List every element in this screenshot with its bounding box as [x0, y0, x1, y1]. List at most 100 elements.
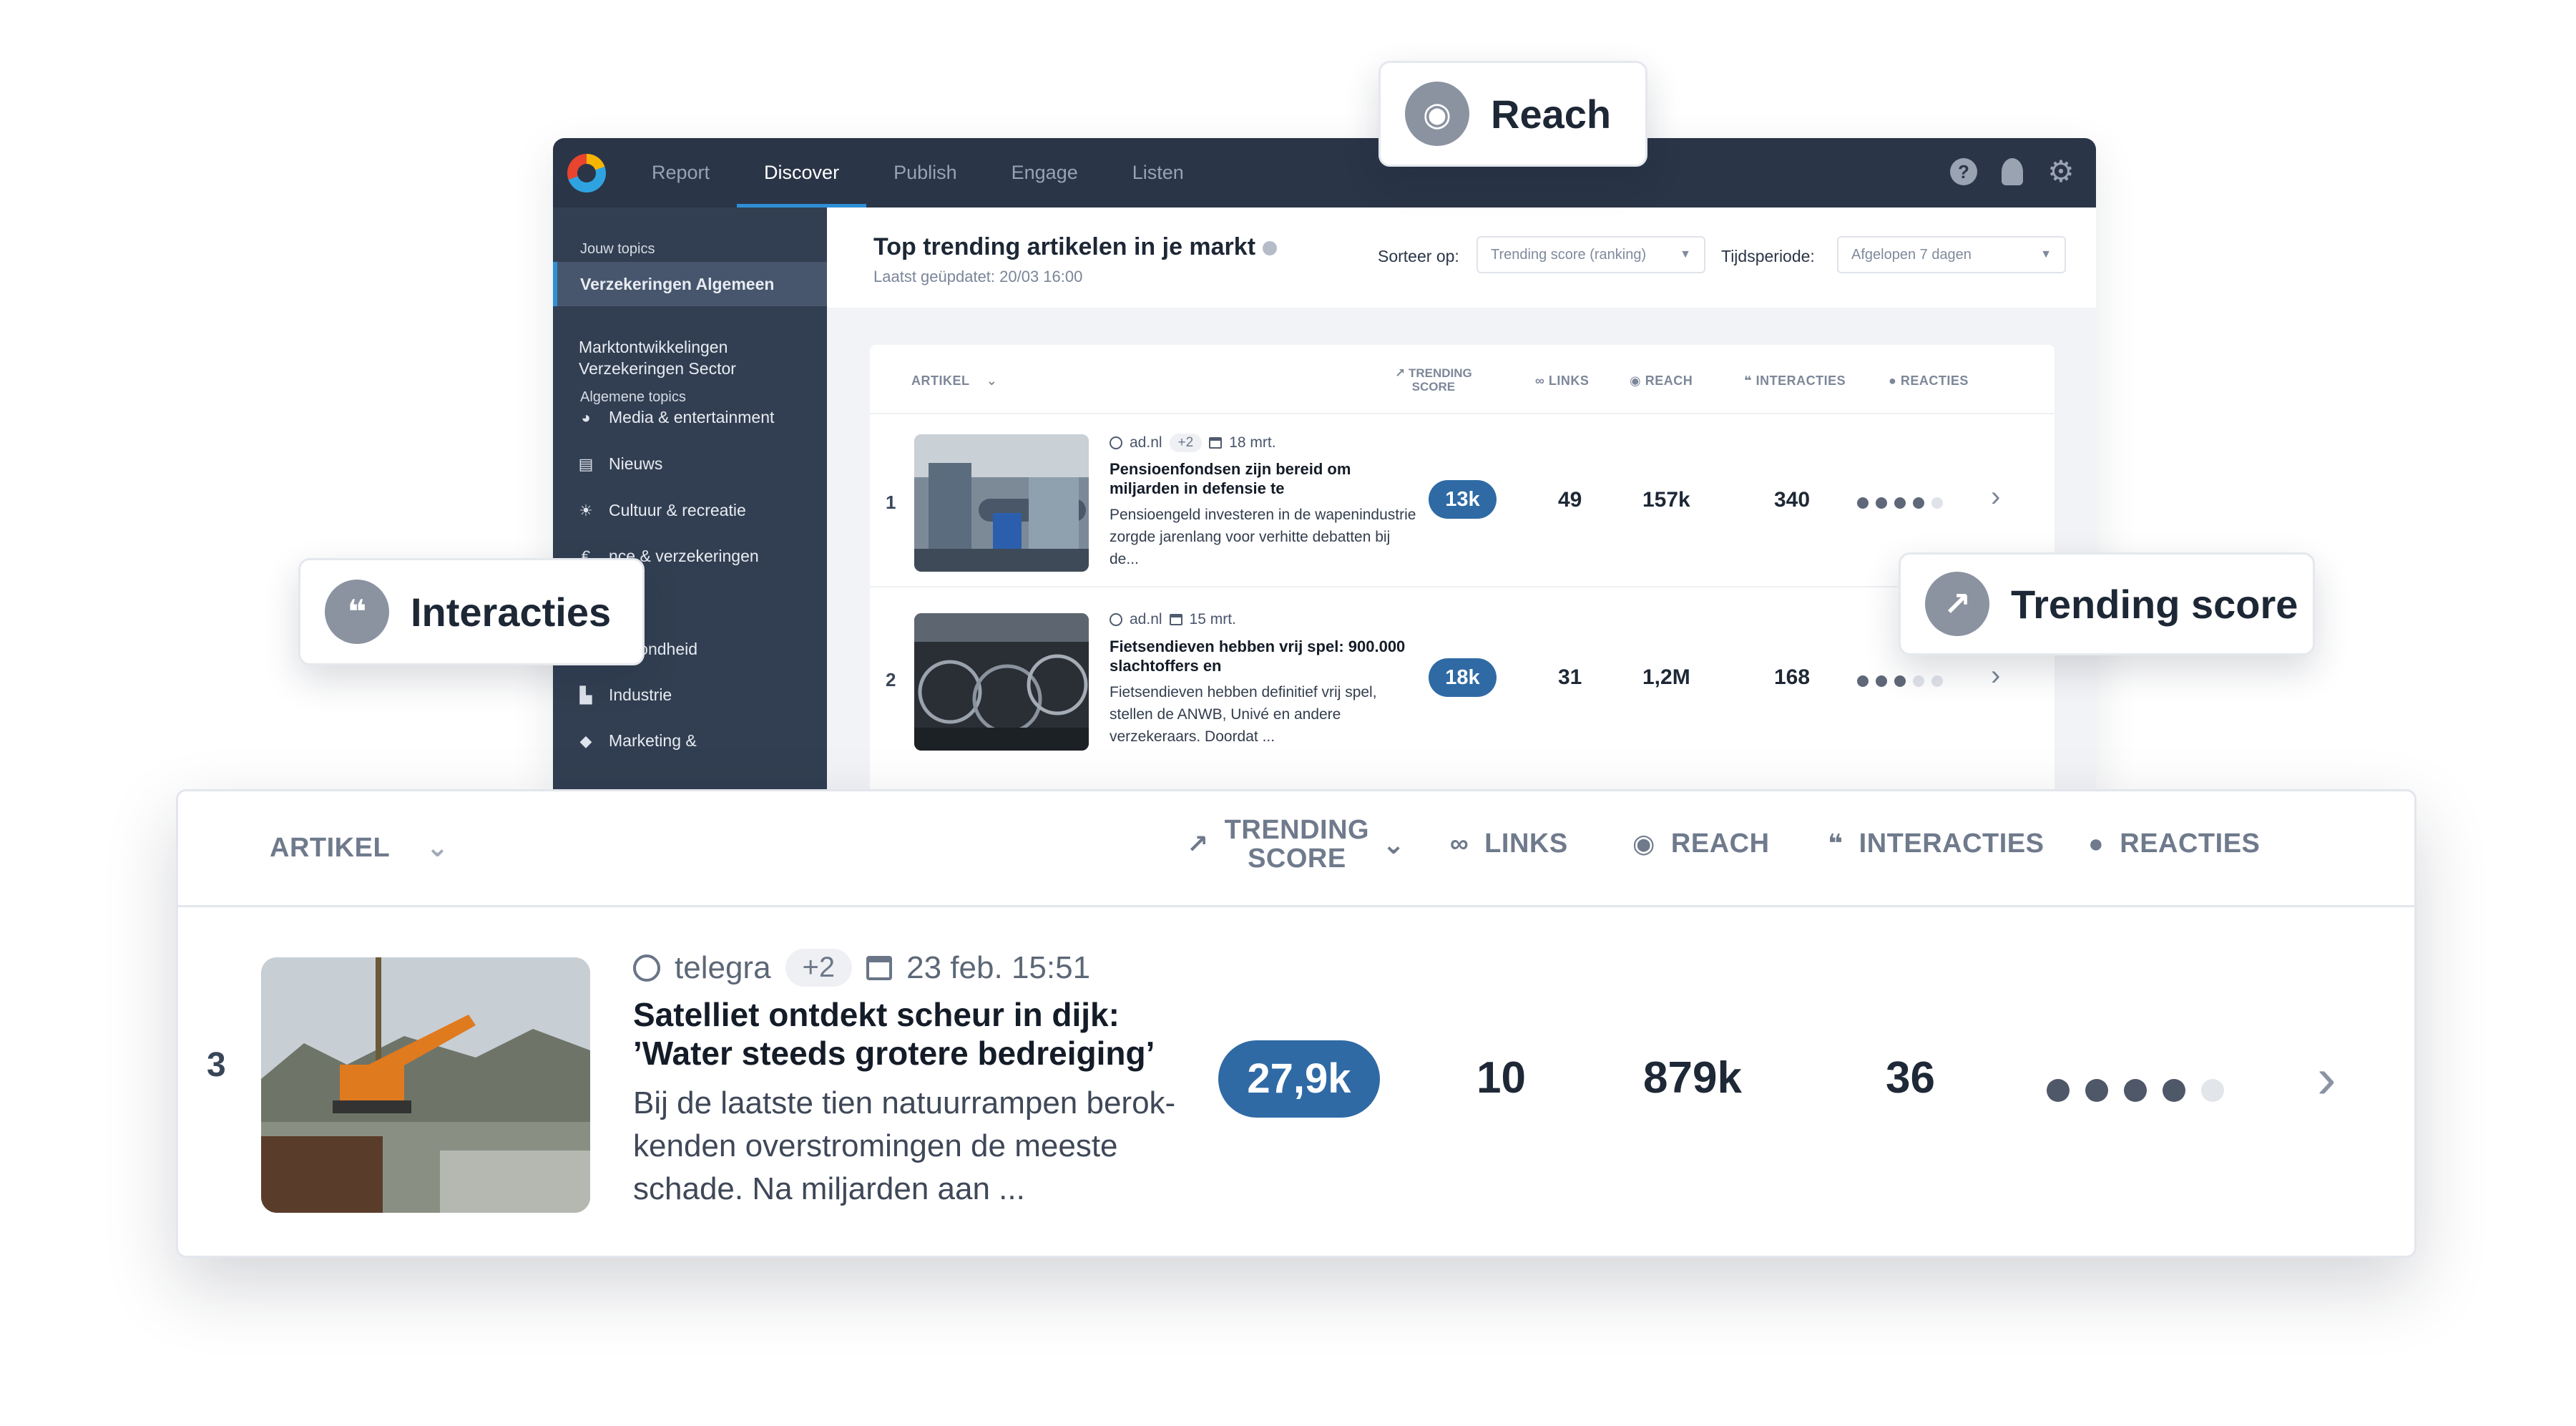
- tab-publish[interactable]: Publish: [866, 138, 984, 207]
- col-links[interactable]: ∞ LINKS: [1535, 373, 1589, 389]
- article-title[interactable]: Fietsendieven hebben vrij spel: 900.000 …: [1110, 637, 1410, 675]
- chevron-right-icon[interactable]: ›: [2317, 1045, 2336, 1111]
- article-title[interactable]: Pensioenfondsen zijn bereid om miljarden…: [1110, 459, 1410, 498]
- articles-table: ARTIKEL ⌄ ↗ TRENDING SCORE ∞ LINKS ◉ REA…: [870, 345, 2055, 789]
- sidebar-item-label: Marketing &: [609, 731, 697, 750]
- chevron-right-icon[interactable]: ›: [1991, 481, 2000, 513]
- trending-score-badge: 13k: [1429, 480, 1497, 519]
- sidebar-item-media[interactable]: ◕ Media & entertainment: [577, 408, 774, 427]
- tab-listen[interactable]: Listen: [1105, 138, 1211, 207]
- zoomed-row-panel: ARTIKEL ⌄ ↗ TRENDING SCORE ⌄ ∞ LINKS ◉ REA…: [176, 789, 2416, 1258]
- col-reach[interactable]: ◉ REACH: [1632, 829, 1770, 859]
- col-links-label: LINKS: [1484, 829, 1568, 859]
- tab-engage[interactable]: Engage: [984, 138, 1105, 207]
- col-artikel[interactable]: ARTIKEL ⌄: [270, 831, 449, 864]
- col-reacties[interactable]: ● REACTIES: [1889, 373, 1969, 389]
- interacties-value: 36: [1886, 1053, 1935, 1103]
- extra-sources-badge[interactable]: +2: [785, 949, 853, 987]
- level-dot: [2163, 1079, 2185, 1102]
- gear-icon[interactable]: ⚙: [2047, 157, 2075, 187]
- trending-icon: ↗: [1187, 829, 1209, 859]
- col-reacties[interactable]: ● REACTIES: [2088, 829, 2260, 859]
- reacties-level: [2047, 1079, 2224, 1102]
- trending-icon: ↗: [1925, 572, 1989, 636]
- interacties-value: 168: [1774, 665, 1811, 689]
- comment-icon: ●: [2088, 829, 2105, 858]
- sidebar-item-verzekeringen-algemeen[interactable]: Verzekeringen Algemeen: [553, 262, 827, 306]
- sidebar-item-cultuur[interactable]: ☀ Cultuur & recreatie: [577, 501, 746, 520]
- interactions-icon: ❝: [1828, 829, 1843, 858]
- tab-report[interactable]: Report: [625, 138, 737, 207]
- col-interacties[interactable]: ❝ INTERACTIES: [1744, 373, 1846, 389]
- col-interacties[interactable]: ❝ INTERACTIES: [1828, 829, 2044, 859]
- reacties-level: [1857, 675, 1943, 687]
- trending-score-badge: 27,9k: [1218, 1040, 1380, 1118]
- reach-value: 1,2M: [1642, 665, 1690, 689]
- link-icon: ∞: [1535, 373, 1549, 388]
- calendar-icon: [866, 955, 893, 980]
- row-rank: 3: [207, 1046, 226, 1084]
- row-rank: 2: [886, 669, 896, 690]
- col-score-line1: TRENDING: [1408, 366, 1472, 380]
- chevron-down-icon: ⌄: [986, 373, 998, 388]
- article-date: 15 mrt.: [1189, 611, 1236, 627]
- period-select[interactable]: Afgelopen 7 dagen ▼: [1837, 236, 2066, 273]
- article-source[interactable]: ad.nl: [1130, 611, 1162, 628]
- col-trending-score[interactable]: ↗ TRENDING SCORE ⌄: [1187, 816, 1405, 873]
- top-navbar: Report Discover Publish Engage Listen ? …: [553, 138, 2096, 207]
- sidebar-item-nieuws[interactable]: ▤ Nieuws: [577, 454, 663, 474]
- col-artikel-label: ARTIKEL: [911, 373, 970, 388]
- sidebar-item-industrie[interactable]: ▙ Industrie: [577, 685, 672, 705]
- bell-icon[interactable]: [2002, 158, 2023, 185]
- col-reach[interactable]: ◉ REACH: [1630, 373, 1693, 389]
- col-reach-label: REACH: [1670, 829, 1770, 859]
- links-value: 49: [1558, 488, 1582, 512]
- interactions-icon: ❝: [325, 580, 389, 644]
- sort-label: Sorteer op:: [1378, 247, 1459, 265]
- content-header: Top trending artikelen in je markt Laats…: [827, 207, 2096, 308]
- col-artikel[interactable]: ARTIKEL ⌄: [911, 373, 997, 389]
- sidebar-item-label: Media & entertainment: [609, 408, 775, 426]
- level-dot: [1913, 497, 1924, 509]
- links-value: 31: [1558, 665, 1582, 689]
- help-icon[interactable]: ?: [1950, 158, 1977, 185]
- period-select-value: Afgelopen 7 dagen: [1851, 247, 1972, 263]
- tab-discover[interactable]: Discover: [737, 138, 867, 207]
- reacties-level: [1857, 497, 1943, 509]
- trending-icon: ↗: [1395, 366, 1406, 380]
- level-dot: [2201, 1079, 2224, 1102]
- article-source[interactable]: telegra: [675, 950, 771, 986]
- sidebar-heading-your-topics: Jouw topics: [580, 241, 655, 257]
- culture-icon: ☀: [579, 501, 593, 519]
- reach-value: 879k: [1643, 1053, 1742, 1103]
- sidebar-item-marktontwikkelingen[interactable]: Marktontwikkelingen Verzekeringen Sector: [579, 336, 736, 379]
- globe-icon: [1110, 613, 1122, 626]
- sidebar-item-label: Industrie: [609, 685, 672, 704]
- brand-logo[interactable]: [567, 154, 606, 192]
- article-thumbnail[interactable]: [914, 613, 1089, 751]
- eye-icon: ◉: [1630, 373, 1645, 388]
- sort-select[interactable]: Trending score (ranking) ▼: [1476, 236, 1705, 273]
- col-reach-label: REACH: [1645, 373, 1693, 388]
- page-title-text: Top trending artikelen in je markt: [873, 233, 1256, 260]
- callout-trending-label: Trending score: [2011, 581, 2298, 627]
- col-reacties-label: REACTIES: [1900, 373, 1969, 388]
- app-window: Report Discover Publish Engage Listen ? …: [553, 138, 2096, 789]
- level-dot: [2085, 1079, 2108, 1102]
- col-trending-score[interactable]: ↗ TRENDING SCORE: [1395, 366, 1472, 394]
- article-thumbnail[interactable]: [261, 957, 590, 1213]
- col-score-line2: SCORE: [1248, 844, 1346, 874]
- chevron-right-icon[interactable]: ›: [1991, 660, 2000, 692]
- col-artikel-label: ARTIKEL: [270, 833, 390, 863]
- info-icon[interactable]: [1263, 241, 1278, 256]
- level-dot: [2047, 1079, 2070, 1102]
- article-description: Bij de laatste tien natuurrampen berok-k…: [633, 1085, 1176, 1206]
- sidebar-item-marketing[interactable]: ◆ Marketing &: [577, 731, 697, 751]
- article-title[interactable]: Satelliet ontdekt scheur in dijk: ’Water…: [633, 995, 1162, 1073]
- col-links[interactable]: ∞ LINKS: [1450, 829, 1568, 859]
- interactions-icon: ❝: [1744, 373, 1756, 388]
- article-source[interactable]: ad.nl: [1130, 434, 1162, 451]
- article-thumbnail[interactable]: [914, 434, 1089, 572]
- extra-sources-badge[interactable]: +2: [1169, 434, 1203, 452]
- article-date: 23 feb. 15:51: [906, 949, 1091, 985]
